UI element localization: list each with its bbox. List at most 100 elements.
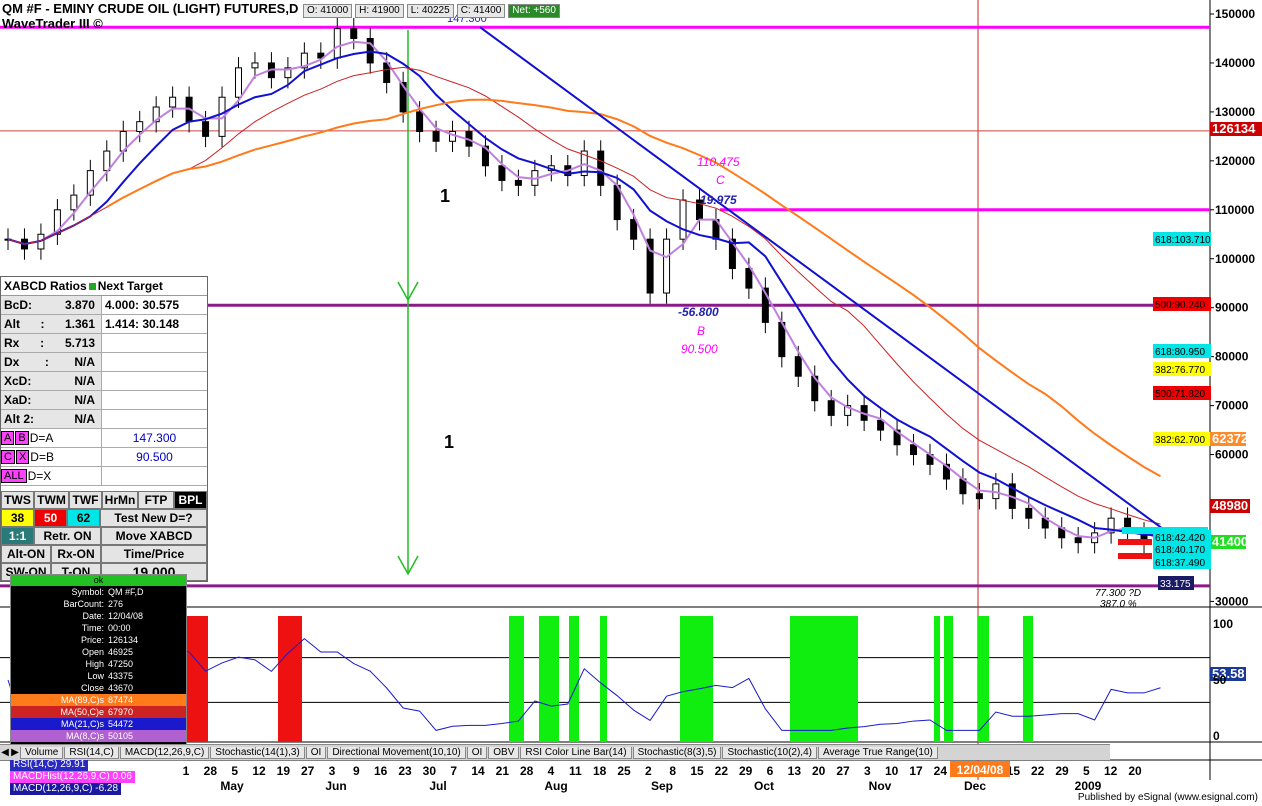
- study-tab[interactable]: MACD(12,26,9,C): [119, 746, 210, 759]
- ratio-label: Rx: [4, 336, 20, 350]
- info-key: High: [85, 659, 104, 669]
- tool-button[interactable]: Time/Price: [101, 545, 207, 563]
- x-tick-label: 28: [204, 764, 218, 778]
- b-key[interactable]: B: [15, 431, 29, 445]
- x-tick-label: 22: [715, 764, 729, 778]
- study-tab[interactable]: Stochastic(14(1),3): [210, 746, 305, 759]
- tool-button[interactable]: 50: [34, 509, 67, 527]
- tool-button[interactable]: Rx-ON: [51, 545, 101, 563]
- tool-button[interactable]: 38: [1, 509, 34, 527]
- annotation-label: 19.975: [700, 193, 737, 207]
- study-tab[interactable]: RSI Color Line Bar(14): [520, 746, 632, 759]
- x-month-label: Nov: [869, 779, 892, 793]
- tool-button[interactable]: Move XABCD: [101, 527, 207, 545]
- x-tick-label: 29: [739, 764, 753, 778]
- info-value: 00:00: [108, 623, 131, 633]
- info-row: Date: 12/04/08: [11, 610, 186, 622]
- tool-button[interactable]: Alt-ON: [1, 545, 51, 563]
- ratio-value: N/A: [74, 355, 95, 369]
- tool-button[interactable]: Retr. ON: [34, 527, 101, 545]
- green-square-icon: [88, 282, 96, 290]
- y-tick-label: 110000: [1215, 203, 1255, 217]
- xabcd-row: XcD: N/A: [1, 372, 207, 391]
- wave-label: 1: [444, 432, 454, 452]
- tool-button[interactable]: TWM: [34, 491, 69, 509]
- x-tick-label: 29: [1055, 764, 1069, 778]
- x-tick-label: 9: [353, 764, 360, 778]
- info-row: Price: 126134: [11, 634, 186, 646]
- x-month-label: Aug: [544, 779, 567, 793]
- signal-zone: [978, 616, 989, 742]
- ratio-target: [101, 410, 207, 428]
- ok-button[interactable]: ok: [11, 575, 186, 586]
- y-tick-label: 60000: [1215, 448, 1249, 462]
- x-tick-label: 18: [593, 764, 607, 778]
- price-label: 62372: [1212, 431, 1248, 446]
- study-tab[interactable]: OI: [305, 746, 327, 759]
- tool-button[interactable]: HrMn: [102, 491, 138, 509]
- study-tab[interactable]: Average True Range(10): [817, 746, 938, 759]
- ratio-target: 1.414: 30.148: [101, 315, 207, 333]
- fib-zone: [1122, 527, 1208, 534]
- price-label: 618:37.490: [1155, 558, 1205, 569]
- cx-row[interactable]: C X D=B 90.500: [1, 448, 207, 467]
- all-row[interactable]: ALL D=X: [1, 467, 207, 486]
- c-key[interactable]: C: [1, 450, 15, 464]
- study-tab[interactable]: Stochastic(8(3),5): [632, 746, 722, 759]
- info-key: Open: [81, 647, 104, 657]
- info-key: MA(21,C)s: [60, 719, 104, 729]
- all-value: [101, 467, 207, 485]
- candle-body: [630, 219, 638, 240]
- scroll-right-icon[interactable]: ▶: [10, 747, 20, 758]
- y-tick-label: 120000: [1215, 154, 1255, 168]
- candle-body: [350, 28, 358, 39]
- info-row: MA(8,C)s 50105: [11, 730, 186, 742]
- tool-button[interactable]: TWS: [1, 491, 34, 509]
- x-tick-label: 16: [374, 764, 388, 778]
- candle-body: [103, 150, 111, 172]
- study-tab[interactable]: RSI(14,C): [64, 746, 119, 759]
- x-tick-label: 27: [836, 764, 850, 778]
- info-key: Low: [87, 671, 104, 681]
- info-row: Low 43375: [11, 670, 186, 682]
- x-key[interactable]: X: [15, 450, 30, 464]
- candle-body: [136, 121, 144, 132]
- study-tab[interactable]: Volume: [20, 746, 64, 759]
- tool-button[interactable]: BPL: [174, 491, 207, 509]
- scroll-left-icon[interactable]: ◀: [0, 747, 10, 758]
- annotation-label: -56.800: [678, 305, 719, 319]
- info-key: Price:: [80, 635, 104, 645]
- ab-row[interactable]: A B D=A 147.300: [1, 429, 207, 448]
- candle-body: [333, 28, 341, 59]
- price-label: 500:71.820: [1155, 389, 1205, 400]
- candle-body: [745, 268, 753, 289]
- tool-button[interactable]: TWF: [69, 491, 102, 509]
- study-tab[interactable]: OI: [466, 746, 488, 759]
- price-label: 618:103.710: [1155, 235, 1211, 246]
- x-tick-label: 3: [864, 764, 871, 778]
- x-tick-label: 7: [450, 764, 457, 778]
- y-tick-label: 90000: [1215, 301, 1249, 315]
- a-key[interactable]: A: [1, 431, 15, 445]
- study-tab[interactable]: Directional Movement(10,10): [327, 746, 466, 759]
- study-tab[interactable]: Stochastic(10(2),4): [722, 746, 817, 759]
- candle-body: [234, 67, 242, 98]
- study-tab[interactable]: OBV: [488, 746, 520, 759]
- price-label: 500:90.240: [1155, 300, 1205, 311]
- info-value: 43375: [108, 671, 134, 681]
- tool-button[interactable]: 1:1: [1, 527, 34, 545]
- x-month-label: Jul: [429, 779, 446, 793]
- tool-button[interactable]: 62: [67, 509, 100, 527]
- all-key[interactable]: ALL: [1, 469, 27, 483]
- tool-button[interactable]: Test New D=?: [100, 509, 207, 527]
- x-tick-label: 10: [885, 764, 899, 778]
- price-label: 382:62.700: [1155, 435, 1205, 446]
- wave-label: 1: [440, 186, 450, 206]
- xabcd-row: Rx: 5.713: [1, 334, 207, 353]
- info-row: Close 43670: [11, 682, 186, 694]
- candle-body: [597, 150, 605, 186]
- fib-zone: [1118, 539, 1152, 545]
- tool-button[interactable]: FTP: [138, 491, 174, 509]
- ratio-value: 5.713: [64, 336, 95, 350]
- signal-zone: [944, 616, 953, 742]
